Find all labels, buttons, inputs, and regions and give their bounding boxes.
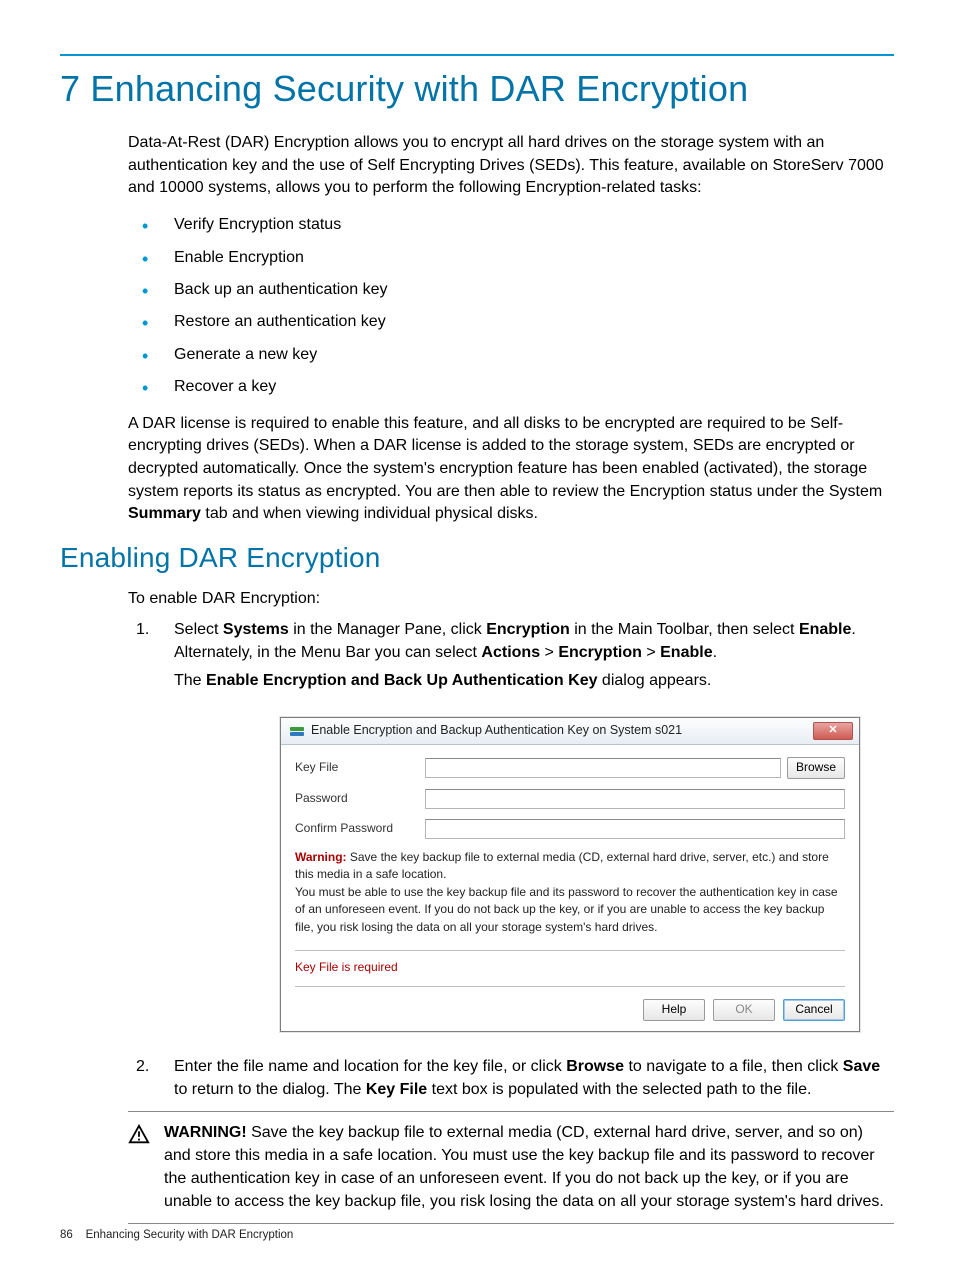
confirm-password-input[interactable]	[425, 819, 845, 839]
confirm-password-label: Confirm Password	[295, 820, 425, 837]
text-bold: Encryption	[486, 621, 570, 638]
step-2: 2. Enter the file name and location for …	[128, 1056, 894, 1101]
dialog-title: Enable Encryption and Backup Authenticat…	[311, 722, 682, 740]
intro-paragraph: Data-At-Rest (DAR) Encryption allows you…	[128, 132, 894, 200]
page-footer: 86 Enhancing Security with DAR Encryptio…	[60, 1229, 293, 1241]
step-number: 2.	[136, 1056, 149, 1079]
text: The	[174, 672, 206, 689]
text: dialog appears.	[597, 672, 711, 689]
page-number: 86	[60, 1229, 73, 1241]
text: tab and when viewing individual physical…	[201, 505, 538, 522]
step-number: 1.	[136, 619, 149, 642]
text-bold: Save	[843, 1058, 880, 1075]
cancel-button[interactable]: Cancel	[783, 999, 845, 1021]
list-item: Recover a key	[138, 376, 894, 398]
list-item: Back up an authentication key	[138, 279, 894, 301]
help-button[interactable]: Help	[643, 999, 705, 1021]
text: >	[642, 644, 660, 661]
footer-title: Enhancing Security with DAR Encryption	[86, 1229, 294, 1241]
text-bold: Enable	[799, 621, 851, 638]
task-list: Verify Encryption status Enable Encrypti…	[138, 214, 894, 398]
warning-icon	[128, 1124, 150, 1213]
text-bold: Enable Encryption and Back Up Authentica…	[206, 672, 597, 689]
warning-label: WARNING!	[164, 1124, 247, 1141]
warning-callout: WARNING! Save the key backup file to ext…	[128, 1111, 894, 1224]
text: .	[713, 644, 717, 661]
dialog: Enable Encryption and Backup Authenticat…	[280, 717, 860, 1032]
close-icon: ✕	[828, 723, 837, 739]
ok-button[interactable]: OK	[713, 999, 775, 1021]
text-bold: Systems	[223, 621, 289, 638]
text: in the Main Toolbar, then select	[570, 621, 799, 638]
text: to navigate to a file, then click	[624, 1058, 843, 1075]
dialog-warning: Warning: Save the key backup file to ext…	[295, 849, 845, 936]
text-bold: Browse	[566, 1058, 624, 1075]
page-title: 7 Enhancing Security with DAR Encryption	[60, 68, 894, 110]
text-bold: Enable	[660, 644, 712, 661]
browse-button[interactable]: Browse	[787, 757, 845, 779]
license-paragraph: A DAR license is required to enable this…	[128, 413, 894, 527]
enable-lead: To enable DAR Encryption:	[128, 588, 894, 611]
validation-message: Key File is required	[295, 959, 845, 976]
list-item: Restore an authentication key	[138, 311, 894, 333]
text: A DAR license is required to enable this…	[128, 415, 882, 500]
text-bold: Summary	[128, 505, 201, 522]
text-bold: Encryption	[558, 644, 642, 661]
step-1: 1. Select Systems in the Manager Pane, c…	[128, 619, 894, 1032]
warning-body: Save the key backup file to external med…	[164, 1124, 884, 1209]
text-bold: Actions	[481, 644, 540, 661]
list-item: Generate a new key	[138, 344, 894, 366]
divider	[295, 950, 845, 951]
warning-text: You must be able to use the key backup f…	[295, 885, 838, 934]
keyfile-input[interactable]	[425, 758, 781, 778]
warning-text: Save the key backup file to external med…	[295, 850, 829, 881]
keyfile-label: Key File	[295, 759, 425, 776]
text: Select	[174, 621, 223, 638]
text-bold: Key File	[366, 1081, 427, 1098]
text: >	[540, 644, 558, 661]
list-item: Enable Encryption	[138, 247, 894, 269]
divider	[295, 986, 845, 987]
text: Enter the file name and location for the…	[174, 1058, 566, 1075]
titlebar[interactable]: Enable Encryption and Backup Authenticat…	[281, 718, 859, 745]
password-label: Password	[295, 790, 425, 807]
close-button[interactable]: ✕	[813, 722, 853, 740]
list-item: Verify Encryption status	[138, 214, 894, 236]
text: text box is populated with the selected …	[427, 1081, 811, 1098]
warning-label: Warning:	[295, 850, 347, 864]
password-input[interactable]	[425, 789, 845, 809]
section-title: Enabling DAR Encryption	[60, 542, 894, 574]
app-icon	[289, 723, 305, 739]
text: to return to the dialog. The	[174, 1081, 366, 1098]
text: in the Manager Pane, click	[289, 621, 486, 638]
